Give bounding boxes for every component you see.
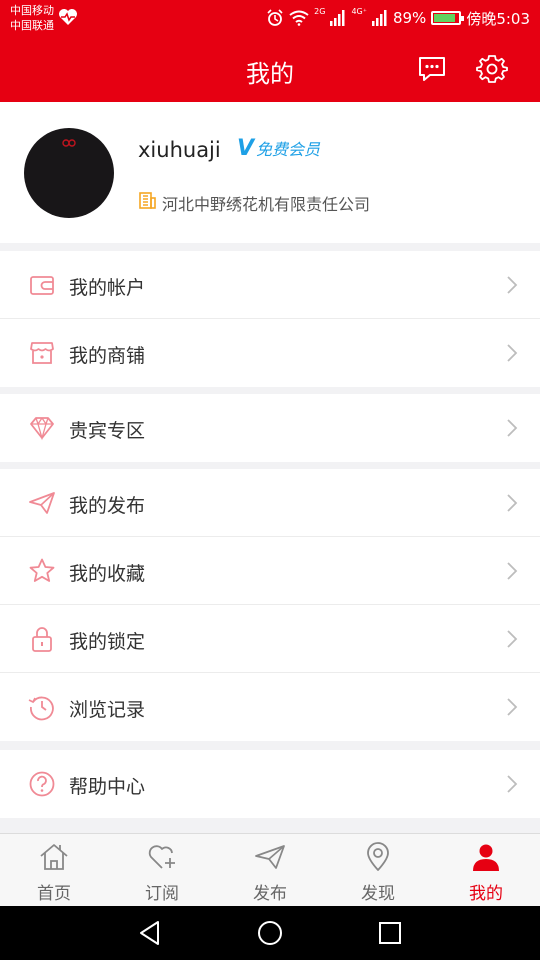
page-title: 我的 [246,60,294,88]
menu-item-favorites[interactable]: 我的收藏 [0,537,540,605]
location-icon [367,842,389,871]
tab-home[interactable]: 首页 [0,834,108,906]
wifi-icon [289,10,309,26]
menu-item-help[interactable]: 帮助中心 [0,750,540,818]
message-icon[interactable] [416,53,448,85]
tab-discover[interactable]: 发现 [324,834,432,906]
battery-fill [434,14,456,22]
menu-item-history[interactable]: 浏览记录 [0,673,540,741]
chevron-right-icon [507,494,518,512]
menu-item-account[interactable]: 我的帐户 [0,251,540,319]
menu-item-label: 贵宾专区 [69,420,146,442]
carrier-info: 中国移动 中国联通 [10,3,54,33]
clock: 傍晚5:03 [466,9,530,28]
menu-item-label: 浏览记录 [69,699,146,721]
tab-label: 我的 [469,884,503,904]
tab-label: 发布 [253,884,287,904]
store-icon [30,342,54,364]
menu-group-help: 帮助中心 [0,750,540,818]
carrier-1: 中国移动 [10,4,54,17]
home-button-icon[interactable] [256,919,284,947]
battery-icon [431,11,465,25]
menu-item-store[interactable]: 我的商铺 [0,319,540,387]
tab-publish[interactable]: 发布 [216,834,324,906]
chevron-right-icon [507,562,518,580]
recents-icon[interactable] [376,919,404,947]
avatar[interactable] [24,128,114,218]
chevron-right-icon [507,630,518,648]
health-heart-icon [59,9,77,25]
net-4g-label: 4G⁺ [351,7,367,16]
vip-badge[interactable]: V 免费会员 [237,134,320,162]
vip-label: 免费会员 [256,140,321,159]
gear-icon[interactable] [476,53,508,85]
bottom-tab-bar: 首页 订阅 发布 发现 我的 [0,833,540,906]
chevron-right-icon [507,344,518,362]
menu-item-label: 帮助中心 [69,776,146,798]
user-icon [473,844,499,871]
signal-icon [371,10,387,26]
menu-item-label: 我的帐户 [69,277,146,299]
menu-item-locked[interactable]: 我的锁定 [0,605,540,673]
menu-group-content: 我的发布 我的收藏 我的锁定 浏览记录 [0,469,540,741]
subscribe-icon [148,845,175,869]
menu-item-vip-zone[interactable]: 贵宾专区 [0,394,540,462]
status-indicators: 2G 4G⁺ 89% 傍晚5:03 [266,6,530,30]
company-name: 河北中野绣花机有限责任公司 [162,195,371,214]
signal-icon [330,10,345,26]
publish-icon [255,845,285,869]
profile-card[interactable]: xiuhuaji V 免费会员 河北中野绣花机有限责任公司 [0,102,540,243]
chevron-right-icon [507,698,518,716]
back-icon[interactable] [136,919,164,947]
chevron-right-icon [507,775,518,793]
tab-mine[interactable]: 我的 [432,834,540,906]
menu-item-label: 我的商铺 [69,345,146,367]
chevron-right-icon [507,419,518,437]
diamond-icon [30,417,54,441]
tab-label: 首页 [37,884,71,904]
menu-group-vip: 贵宾专区 [0,394,540,462]
app-header: 中国移动 中国联通 2G 4G⁺ 89% 傍晚5:03 我的 [0,0,540,102]
carrier-2: 中国联通 [10,19,54,32]
home-icon [40,844,68,870]
vip-v-icon: V [237,135,255,161]
tab-label: 订阅 [145,884,179,904]
history-icon [28,696,54,721]
menu-item-label: 我的锁定 [69,631,146,653]
menu-group-account: 我的帐户 我的商铺 [0,251,540,387]
chevron-right-icon [507,276,518,294]
menu-item-label: 我的收藏 [69,563,146,585]
username: xiuhuaji [138,138,221,162]
alarm-icon [267,9,283,26]
building-icon [139,192,156,209]
tab-subscribe[interactable]: 订阅 [108,834,216,906]
lock-icon [32,627,52,652]
tab-label: 发现 [361,884,395,904]
status-bar: 中国移动 中国联通 2G 4G⁺ 89% 傍晚5:03 [0,0,540,36]
system-navigation-bar [0,906,540,960]
menu-item-my-posts[interactable]: 我的发布 [0,469,540,537]
wallet-icon [30,276,54,295]
battery-percent: 89% [392,9,427,27]
help-icon [29,771,55,797]
paper-plane-icon [29,492,55,514]
star-icon [29,558,55,582]
menu-item-label: 我的发布 [69,495,146,517]
avatar-logo-icon [62,139,76,147]
net-2g-label: 2G [314,7,326,16]
